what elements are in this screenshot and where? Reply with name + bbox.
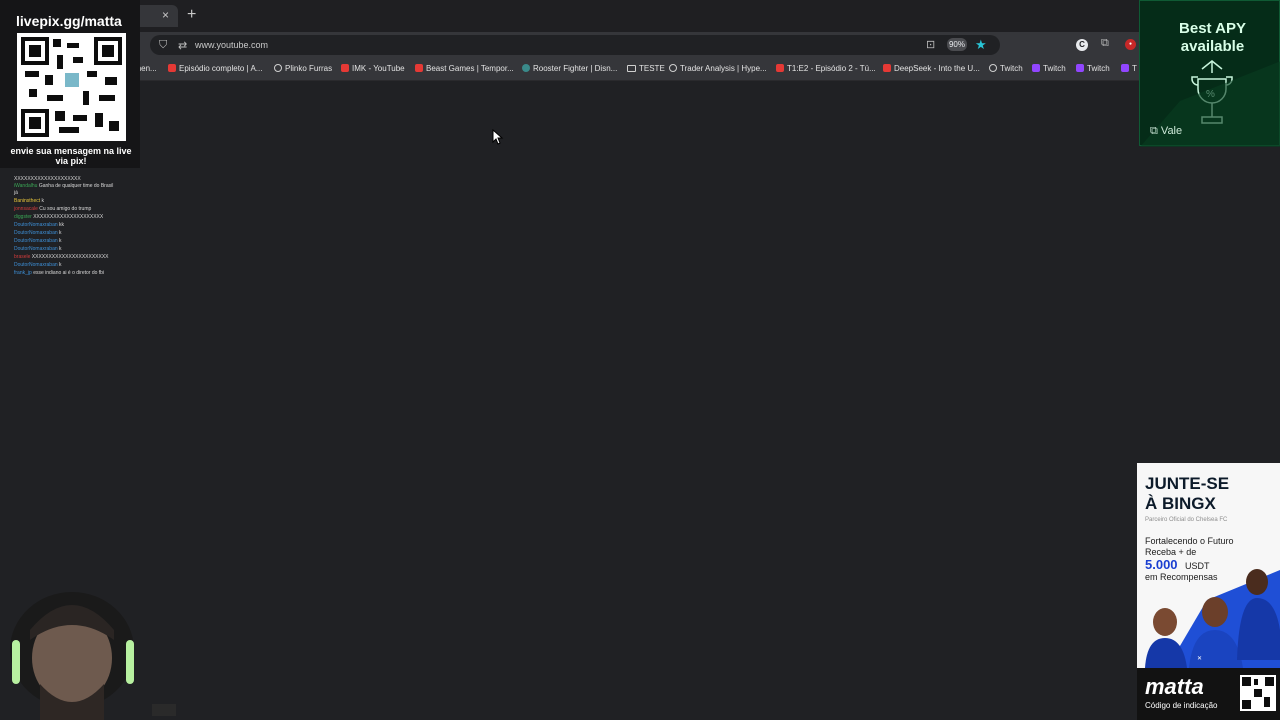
bingx-line: Receba + de: [1145, 547, 1197, 557]
bookmark-item[interactable]: IMK - YouTube: [341, 64, 405, 73]
livepix-title: livepix.gg/matta: [16, 13, 122, 29]
livepix-caption: envie sua mensagem na live via pix!: [10, 146, 132, 166]
vale-logo-icon: ⧉: [1150, 125, 1161, 137]
bookmark-item[interactable]: Rooster Fighter | Disn...: [522, 64, 617, 73]
youtube-icon: [776, 64, 784, 72]
chat-line: iWandalhu Ganha de qualquer time do Bras…: [14, 183, 114, 196]
chat-line: DoutorNomaxraban kk: [14, 222, 65, 228]
twitch-icon: [1032, 64, 1040, 72]
referral-qr-code: [1240, 675, 1276, 711]
bingx-line: Fortalecendo o Futuro: [1145, 536, 1234, 546]
url-text[interactable]: www.youtube.com: [195, 40, 268, 50]
rooster-icon: [522, 64, 530, 72]
extension-red-icon[interactable]: ●: [1125, 39, 1136, 50]
youtube-icon: [341, 64, 349, 72]
youtube-icon: [415, 64, 423, 72]
twitch-icon: [1076, 64, 1084, 72]
chat-line: jonnsacale Cu sou amigo do trump: [14, 206, 92, 212]
stream-chat: XXXXXXXXXXXXXXXXXXXX iWandalhu Ganha de …: [14, 176, 114, 278]
site-settings-icon[interactable]: ⇄: [178, 39, 187, 52]
mouse-cursor-icon: [492, 129, 504, 145]
address-bar[interactable]: [150, 35, 1000, 55]
matta-logo: matta: [1145, 674, 1204, 699]
qr-finder: [94, 37, 122, 65]
globe-icon: [669, 64, 677, 72]
qr-finder: [21, 37, 49, 65]
chat-line: DoutorNomaxraban k: [14, 246, 62, 252]
livepix-qr-code: [17, 33, 126, 141]
globe-icon: [274, 64, 282, 72]
chat-line: DoutorNomaxraban k: [14, 262, 62, 268]
profile-icon[interactable]: C: [1076, 39, 1088, 51]
bookmark-item[interactable]: Twitch: [1032, 64, 1066, 73]
bookmark-item[interactable]: Twitch: [989, 64, 1023, 73]
bingx-subtitle: Parceiro Oficial do Chelsea FC: [1145, 517, 1228, 523]
extensions-icon[interactable]: ⧉: [1101, 37, 1109, 50]
qr-finder: [21, 109, 49, 137]
apy-ad-brand: ⧉ Vale: [1150, 125, 1183, 137]
bookmark-item[interactable]: Plinko Furras: [274, 64, 332, 73]
chat-line: DoutorNomaxraban k: [14, 238, 62, 244]
bookmark-item[interactable]: Twitch: [1076, 64, 1110, 73]
shield-icon[interactable]: ⛉: [159, 39, 167, 52]
bookmark-item[interactable]: DeepSeek - Into the U...: [883, 64, 980, 73]
globe-icon: [989, 64, 997, 72]
new-tab-button[interactable]: +: [187, 6, 196, 24]
zoom-indicator[interactable]: 90%: [947, 38, 967, 51]
install-app-icon[interactable]: ⊡: [926, 38, 935, 51]
webcam-feed: [10, 592, 176, 720]
youtube-icon: [168, 64, 176, 72]
page-content: [0, 81, 1280, 720]
twitch-icon: [1121, 64, 1129, 72]
youtube-icon: [883, 64, 891, 72]
chat-line: frank_jp esse indiano ai é o diretor do …: [14, 270, 105, 276]
players-image: ✕: [1145, 569, 1280, 668]
chat-line: diggster XXXXXXXXXXXXXXXXXXXXX: [14, 214, 104, 220]
apy-ad-title: Best APY available: [1179, 20, 1246, 55]
bookmark-item[interactable]: T: [1121, 64, 1137, 73]
folder-icon: [627, 65, 636, 72]
bookmark-item[interactable]: Trader Analysis | Hype...: [669, 64, 767, 73]
bookmark-folder[interactable]: TESTE: [627, 64, 665, 73]
chat-line: XXXXXXXXXXXXXXXXXXXX: [14, 176, 81, 182]
referral-code-label: Código de indicação: [1145, 701, 1218, 710]
close-tab-icon[interactable]: ×: [162, 8, 169, 22]
bookmark-item[interactable]: Episódio completo | A...: [168, 64, 262, 73]
svg-text:✕: ✕: [1197, 656, 1202, 662]
bookmark-star-icon[interactable]: ★: [975, 37, 987, 53]
chat-line: brasele XXXXXXXXXXXXXXXXXXXXXXX: [14, 254, 109, 260]
chat-line: Baninsthect k: [14, 198, 45, 204]
bingx-headline: JUNTE-SE À BINGX: [1145, 474, 1230, 513]
chat-line: DoutorNomaxraban k: [14, 230, 62, 236]
bookmark-item[interactable]: T1:E2 - Episódio 2 - Tú...: [776, 64, 876, 73]
bookmark-item[interactable]: Beast Games | Tempor...: [415, 64, 514, 73]
